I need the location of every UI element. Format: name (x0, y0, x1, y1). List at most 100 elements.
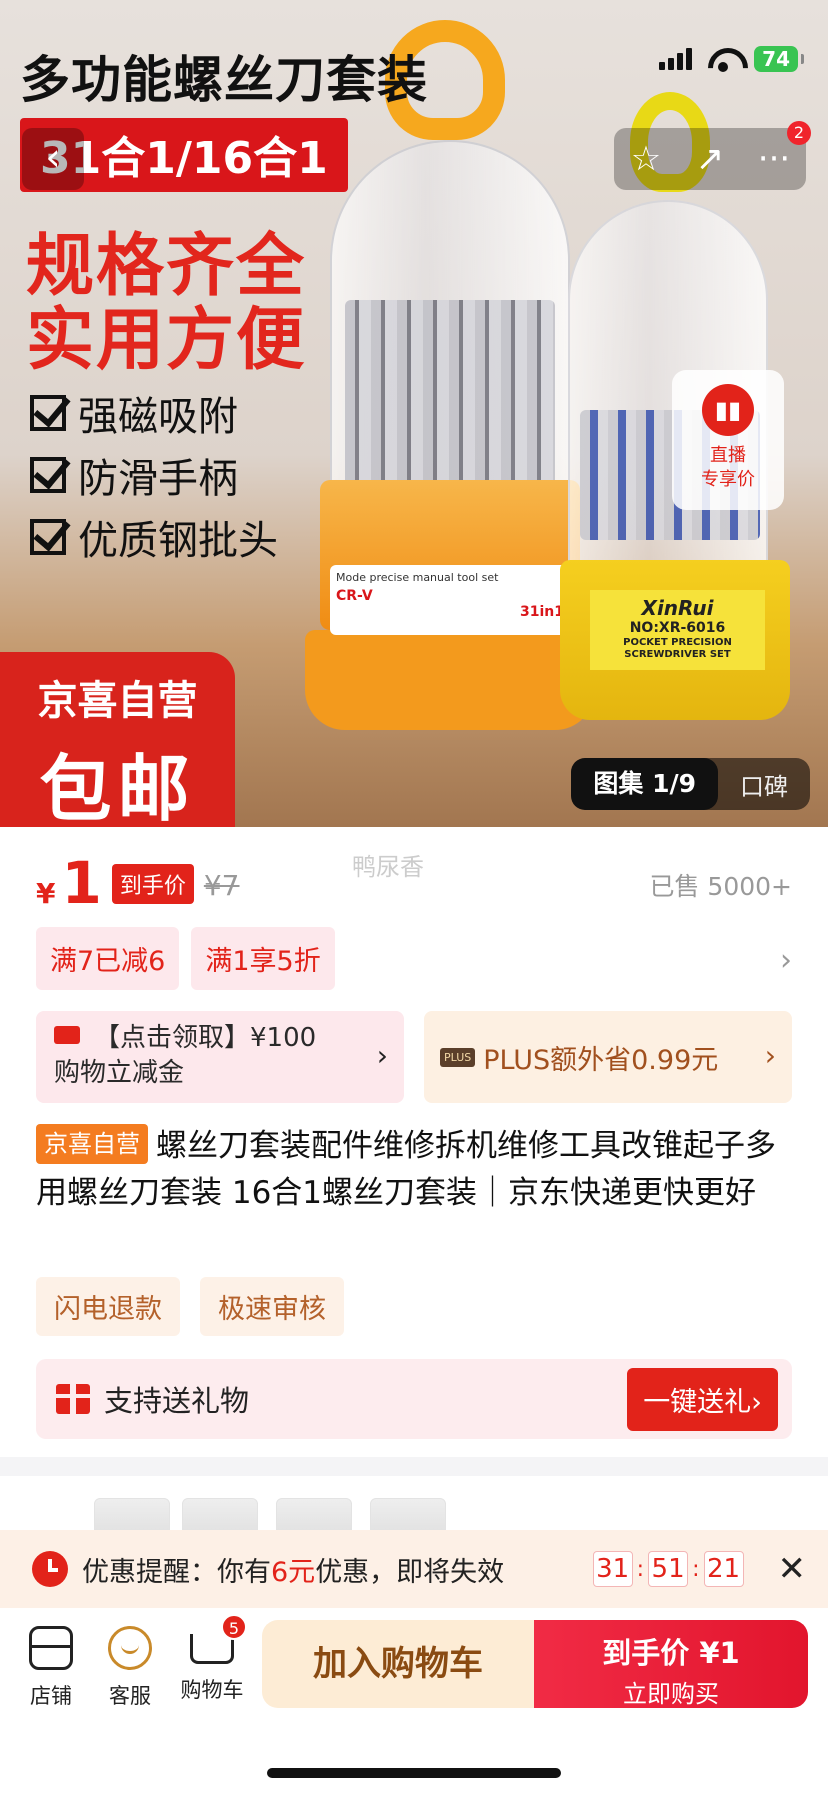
live-price-button[interactable]: ▮▮ 直播 专享价 (672, 370, 784, 510)
label-count: 31in1 (520, 604, 564, 620)
reviews-tab[interactable]: 口碑 (718, 767, 810, 802)
hero-feature-3: 优质钢批头 (30, 508, 278, 566)
live-label-1: 直播 (710, 445, 746, 466)
currency-symbol: ¥ (36, 877, 56, 910)
top-action-group: ☆ ↗ ··· 2 (614, 121, 811, 190)
product-bits-large (345, 300, 555, 490)
chevron-right-icon: › (376, 1039, 388, 1072)
hero-feature-1: 强磁吸附 (30, 384, 238, 442)
plus-saving-card[interactable]: PLUS PLUS额外省0.99元 › (424, 1011, 792, 1103)
promo-tag: 满7已减6 (36, 927, 180, 990)
home-indicator (267, 1768, 561, 1778)
hero-feature-label: 优质钢批头 (78, 518, 278, 564)
coupon-claim-card[interactable]: 【点击领取】¥100 购物立减金 › (36, 1011, 404, 1103)
checkbox-icon (30, 457, 66, 493)
back-icon: ‹ (45, 135, 61, 179)
jingxi-free-shipping-badge: 京喜自营 包邮 (0, 652, 235, 827)
plus-icon: PLUS (440, 1047, 476, 1067)
coupon-line-2: 购物立减金 (54, 1058, 185, 1089)
product-info-card: ¥ 1 到手价 ¥7 鸭尿香 已售 5000+ 满7已减6 满1享5折 › 【点… (0, 827, 828, 1457)
product-label-small: XinRui NO:XR-6016 POCKET PRECISION SCREW… (590, 590, 765, 670)
sold-count: 已售 5000+ (649, 872, 792, 901)
hero-feature-2: 防滑手柄 (30, 446, 238, 504)
reminder-prefix: 优惠提醒：你有 (82, 1556, 271, 1588)
bottom-action-bar: 店铺 客服 5 购物车 加入购物车 到手价 ¥1 立即购买 (0, 1608, 828, 1793)
cart-label: 购物车 (180, 1678, 244, 1702)
customer-service-icon (108, 1626, 152, 1670)
plus-saving-text: PLUS额外省0.99元 (483, 1044, 719, 1076)
reminder-amount: 6元 (271, 1556, 316, 1588)
countdown-hours: 31 (592, 1551, 633, 1587)
original-price: ¥7 (203, 869, 240, 902)
price-row: ¥ 1 到手价 ¥7 (36, 849, 240, 917)
gift-row: 支持送礼物 一键送礼› (36, 1359, 792, 1439)
service-label: 客服 (109, 1684, 151, 1708)
hero-feature-label: 防滑手柄 (78, 456, 238, 502)
wifi-icon (706, 46, 740, 72)
star-icon[interactable]: ☆ (621, 139, 671, 179)
countdown-minutes: 51 (648, 1551, 689, 1587)
reminder-suffix: 优惠，即将失效 (315, 1556, 505, 1588)
checkbox-icon (30, 395, 66, 431)
discount-reminder-bar: 优惠提醒：你有6元优惠，即将失效 31 : 51 : 21 ✕ (0, 1530, 828, 1608)
buy-price-label: 到手价 ¥1 (602, 1636, 740, 1670)
product-image-carousel[interactable]: Mode precise manual tool set CR-V 31in1 … (0, 0, 828, 827)
service-tags: 闪电退款 极速审核 (36, 1277, 344, 1336)
coupon-line-1: 【点击领取】¥100 (94, 1023, 317, 1053)
signal-icon (659, 48, 693, 70)
close-icon[interactable]: ✕ (778, 1549, 807, 1589)
label-text: Mode precise manual tool set (336, 571, 499, 584)
countdown-seconds: 21 (703, 1551, 744, 1587)
cart-icon: 5 (190, 1614, 247, 1664)
coupon-text: 【点击领取】¥100 购物立减金 (54, 1021, 388, 1091)
watermark: 鸭尿香 (352, 853, 424, 881)
countdown-timer: 31 : 51 : 21 (592, 1551, 744, 1587)
shop-icon (29, 1626, 73, 1670)
spec-thumbnail-strip[interactable] (0, 1476, 828, 1548)
send-gift-button[interactable]: 一键送礼› (627, 1367, 778, 1431)
cart-count-badge: 5 (221, 1614, 247, 1640)
clock-icon (32, 1551, 68, 1587)
more-icon[interactable]: ··· 2 (749, 121, 811, 179)
promo-tag: 满1享5折 (191, 927, 335, 990)
reminder-message: 优惠提醒：你有6元优惠，即将失效 (82, 1550, 593, 1589)
buy-now-button[interactable]: 到手价 ¥1 立即购买 (534, 1620, 808, 1708)
final-price-tag: 到手价 (111, 864, 194, 904)
checkbox-icon (30, 519, 66, 555)
promo-row[interactable]: 满7已减6 满1享5折 (36, 927, 335, 990)
card-icon (54, 1026, 80, 1044)
customer-service-button[interactable]: 客服 (95, 1626, 165, 1710)
service-tag: 极速审核 (200, 1277, 344, 1336)
status-bar: 74 (659, 46, 804, 72)
label-brand: CR-V (336, 588, 373, 604)
jingxi-badge: 京喜自营 (36, 1124, 148, 1164)
gallery-tab[interactable]: 图集 1/9 (571, 758, 718, 810)
badge-line-2: 包邮 (39, 747, 196, 827)
service-tag: 闪电退款 (36, 1277, 180, 1336)
badge-line-1: 京喜自营 (37, 678, 198, 724)
gift-label: 支持送礼物 (104, 1384, 250, 1418)
cart-button[interactable]: 5 购物车 (172, 1614, 252, 1704)
label-model: NO:XR-6016 (629, 620, 726, 636)
shop-button[interactable]: 店铺 (16, 1626, 86, 1710)
live-icon: ▮▮ (702, 384, 754, 436)
hero-title: 多功能螺丝刀套装 (20, 51, 428, 109)
label-desc: POCKET PRECISION SCREWDRIVER SET (623, 636, 732, 660)
product-detail-page: Mode precise manual tool set CR-V 31in1 … (0, 0, 828, 1793)
final-price: 1 (61, 849, 102, 917)
hero-slogan-2: 实用方便 (26, 301, 307, 380)
buy-now-label: 立即购买 (623, 1680, 719, 1708)
hero-feature-label: 强磁吸附 (78, 394, 238, 440)
product-title: 京喜自营 螺丝刀套装配件维修拆机维修工具改锥起子多用螺丝刀套装 16合1螺丝刀套装… (36, 1123, 792, 1216)
notification-badge: 2 (787, 121, 811, 145)
gallery-switcher[interactable]: 图集 1/9 口碑 (571, 758, 810, 810)
product-foot-orange (305, 630, 595, 730)
share-icon[interactable]: ↗ (685, 139, 735, 179)
more-dots: ··· (757, 139, 791, 179)
chevron-right-icon: › (764, 1039, 776, 1072)
chevron-right-icon[interactable]: › (780, 943, 792, 978)
product-label-large: Mode precise manual tool set CR-V 31in1 (330, 565, 570, 635)
gift-icon (56, 1384, 90, 1414)
add-to-cart-button[interactable]: 加入购物车 (262, 1620, 534, 1708)
back-button[interactable]: ‹ (22, 128, 84, 190)
